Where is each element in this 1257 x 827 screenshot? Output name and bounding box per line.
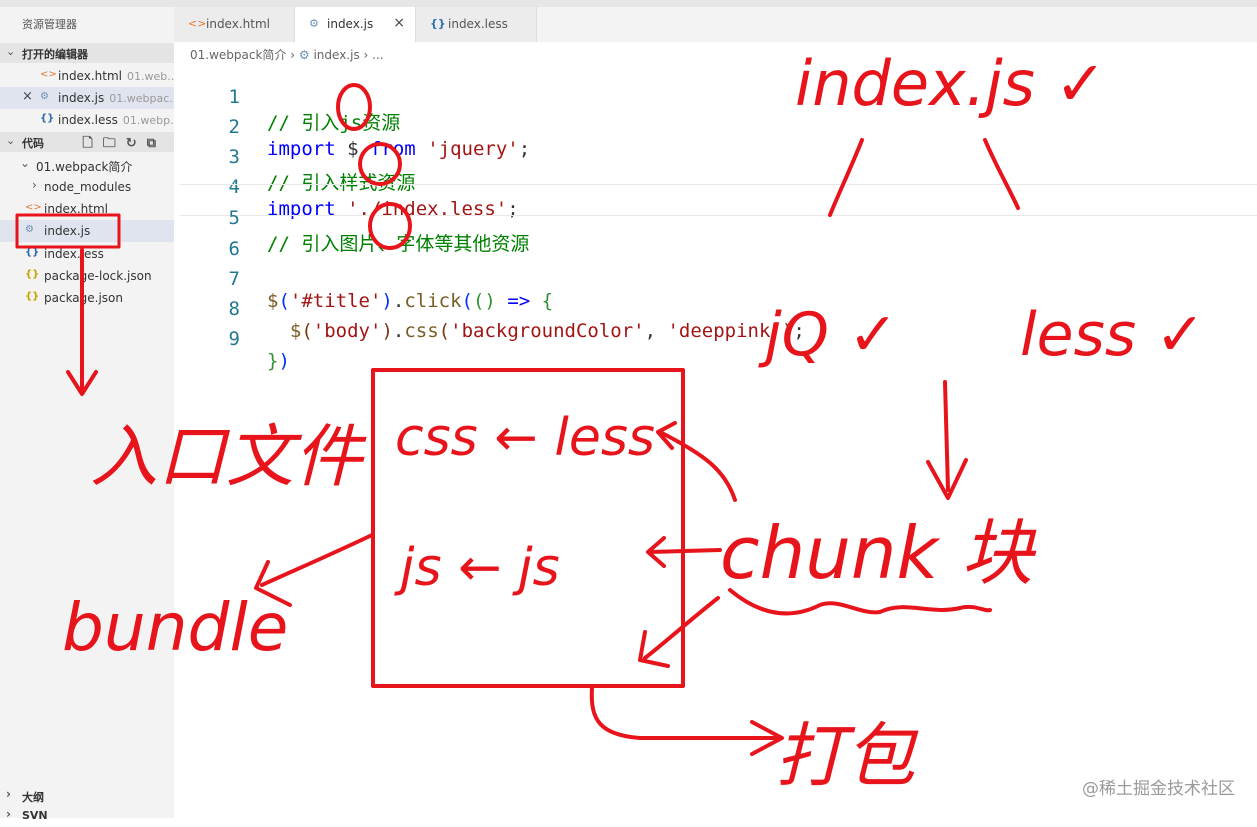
annotation-circle-import <box>358 142 402 186</box>
annotation-circle-resource <box>368 202 412 250</box>
annotation-circle-dollar <box>336 83 372 131</box>
watermark: @稀土掘金技术社区 <box>1082 779 1235 799</box>
annotation-entry: 入口文件 <box>90 418 367 497</box>
annotation-box-indexjs <box>15 213 121 249</box>
annotation-arrow-to-pack <box>589 686 782 740</box>
annotation-pack: 打包 <box>775 715 919 797</box>
annotation-jquery: jQ ✓ <box>758 300 898 370</box>
annotation-arrow-to-bundle <box>260 533 374 587</box>
annotation-branch-left <box>828 138 864 217</box>
annotation-chunk: chunk 块 <box>720 511 1037 595</box>
annotation-index-js: index.js ✓ <box>795 47 1107 120</box>
annotation-arrow-to-js <box>648 548 722 554</box>
annotation-css-less: css ← less <box>395 408 655 468</box>
annotation-less: less ✓ <box>1020 300 1205 370</box>
annotation-arrow-less-chunk <box>943 380 950 492</box>
annotation-js-js: js ← js <box>394 538 560 598</box>
annotation-bundle: bundle <box>62 589 288 666</box>
annotation-overlay: index.js ✓ jQ ✓ less ✓ 入口文件 css ← less j… <box>15 47 1205 797</box>
annotation-branch-right <box>983 138 1020 210</box>
annotation-curve-to-less <box>658 430 737 502</box>
